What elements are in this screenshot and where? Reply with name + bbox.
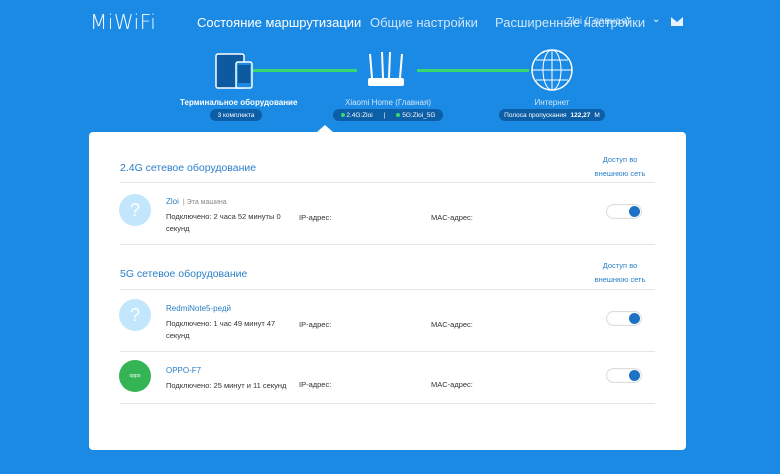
devices-icon[interactable]: [214, 52, 258, 92]
bandwidth-value: 122,27: [570, 111, 591, 119]
ip-address-label: IP-адрес:: [299, 380, 332, 389]
device-name[interactable]: OPPO-F7: [166, 366, 201, 375]
ip-address-label: IP-адрес:: [299, 213, 332, 222]
device-name[interactable]: Zloi | Эта машина: [166, 197, 227, 206]
connection-time: Подключено: 1 час 49 минут 47 секунд: [166, 319, 276, 340]
internet-label: Интернет: [534, 98, 570, 107]
globe-icon[interactable]: [530, 48, 574, 92]
bandwidth-label: Полоса пропускания: [504, 111, 567, 119]
internet-access-header-5g: Доступ во внешнюю сеть: [594, 261, 646, 284]
oppo-logo-avatar-icon: oppo: [119, 360, 151, 392]
bandwidth-badge: Полоса пропускания 122,27 M: [499, 109, 605, 121]
question-mark-avatar-icon: ?: [119, 194, 151, 226]
separator: [120, 182, 655, 183]
router-label: Xiaomi Home (Главная): [344, 98, 431, 107]
separator: [120, 289, 655, 290]
status-dot-icon: [340, 112, 345, 117]
this-machine-tag: | Эта машина: [182, 199, 227, 206]
device-list-panel: 2.4G сетевое оборудование Доступ во внеш…: [89, 125, 686, 450]
band-5-item: 5G:Zloi_5G: [396, 112, 435, 119]
nav-routing-status[interactable]: Состояние маршрутизации: [197, 15, 361, 30]
separator: [120, 351, 655, 352]
band-divider: |: [383, 111, 386, 119]
logo: MiWiFi: [90, 10, 157, 34]
internet-access-toggle[interactable]: [606, 311, 642, 326]
connection-time: Подключено: 25 минут и 11 секунд: [166, 381, 287, 390]
section-title-5g: 5G сетевое оборудование: [120, 268, 248, 280]
mac-address-label: MAC-адрес:: [431, 213, 473, 222]
router-bands-badge: 2.4G:Zloi | 5G:Zloi_5G: [333, 109, 443, 121]
internet-access-header-24g: Доступ во внешнюю сеть: [594, 155, 646, 178]
devices-count-badge: 3 комплекта: [210, 109, 262, 121]
mail-icon[interactable]: [671, 17, 683, 26]
bandwidth-unit: M: [594, 111, 600, 119]
device-name-text: Zloi: [166, 197, 179, 206]
band-24-item: 2.4G:Zloi: [340, 111, 373, 119]
question-mark-avatar-icon: ?: [119, 299, 151, 331]
status-dot-icon: [396, 112, 401, 117]
user-menu[interactable]: Zloi (Главная): [566, 16, 630, 27]
section-title-24g: 2.4G сетевое оборудование: [120, 162, 257, 174]
nav-general-settings[interactable]: Общие настройки: [370, 15, 478, 30]
band-5-label: 5G:Zloi_5G: [402, 111, 436, 119]
mac-address-label: MAC-адрес:: [431, 320, 473, 329]
connection-line-devices-router: [253, 69, 357, 72]
router-icon[interactable]: [362, 50, 410, 96]
separator: [120, 244, 655, 245]
ip-address-label: IP-адрес:: [299, 320, 332, 329]
internet-access-toggle[interactable]: [606, 204, 642, 219]
device-name[interactable]: RedmiNote5-редй: [166, 304, 231, 313]
separator: [120, 403, 655, 404]
connection-line-router-internet: [417, 69, 529, 72]
mac-address-label: MAC-адрес:: [431, 380, 473, 389]
internet-access-toggle[interactable]: [606, 368, 642, 383]
devices-label: Терминальное оборудование: [180, 98, 298, 107]
band-24-label: 2.4G:Zloi: [346, 111, 373, 119]
panel-pointer: [317, 125, 333, 132]
connection-time: Подключено: 2 часа 52 минуты 0 секунд: [166, 212, 281, 233]
chevron-down-icon[interactable]: ⌄: [652, 14, 660, 25]
